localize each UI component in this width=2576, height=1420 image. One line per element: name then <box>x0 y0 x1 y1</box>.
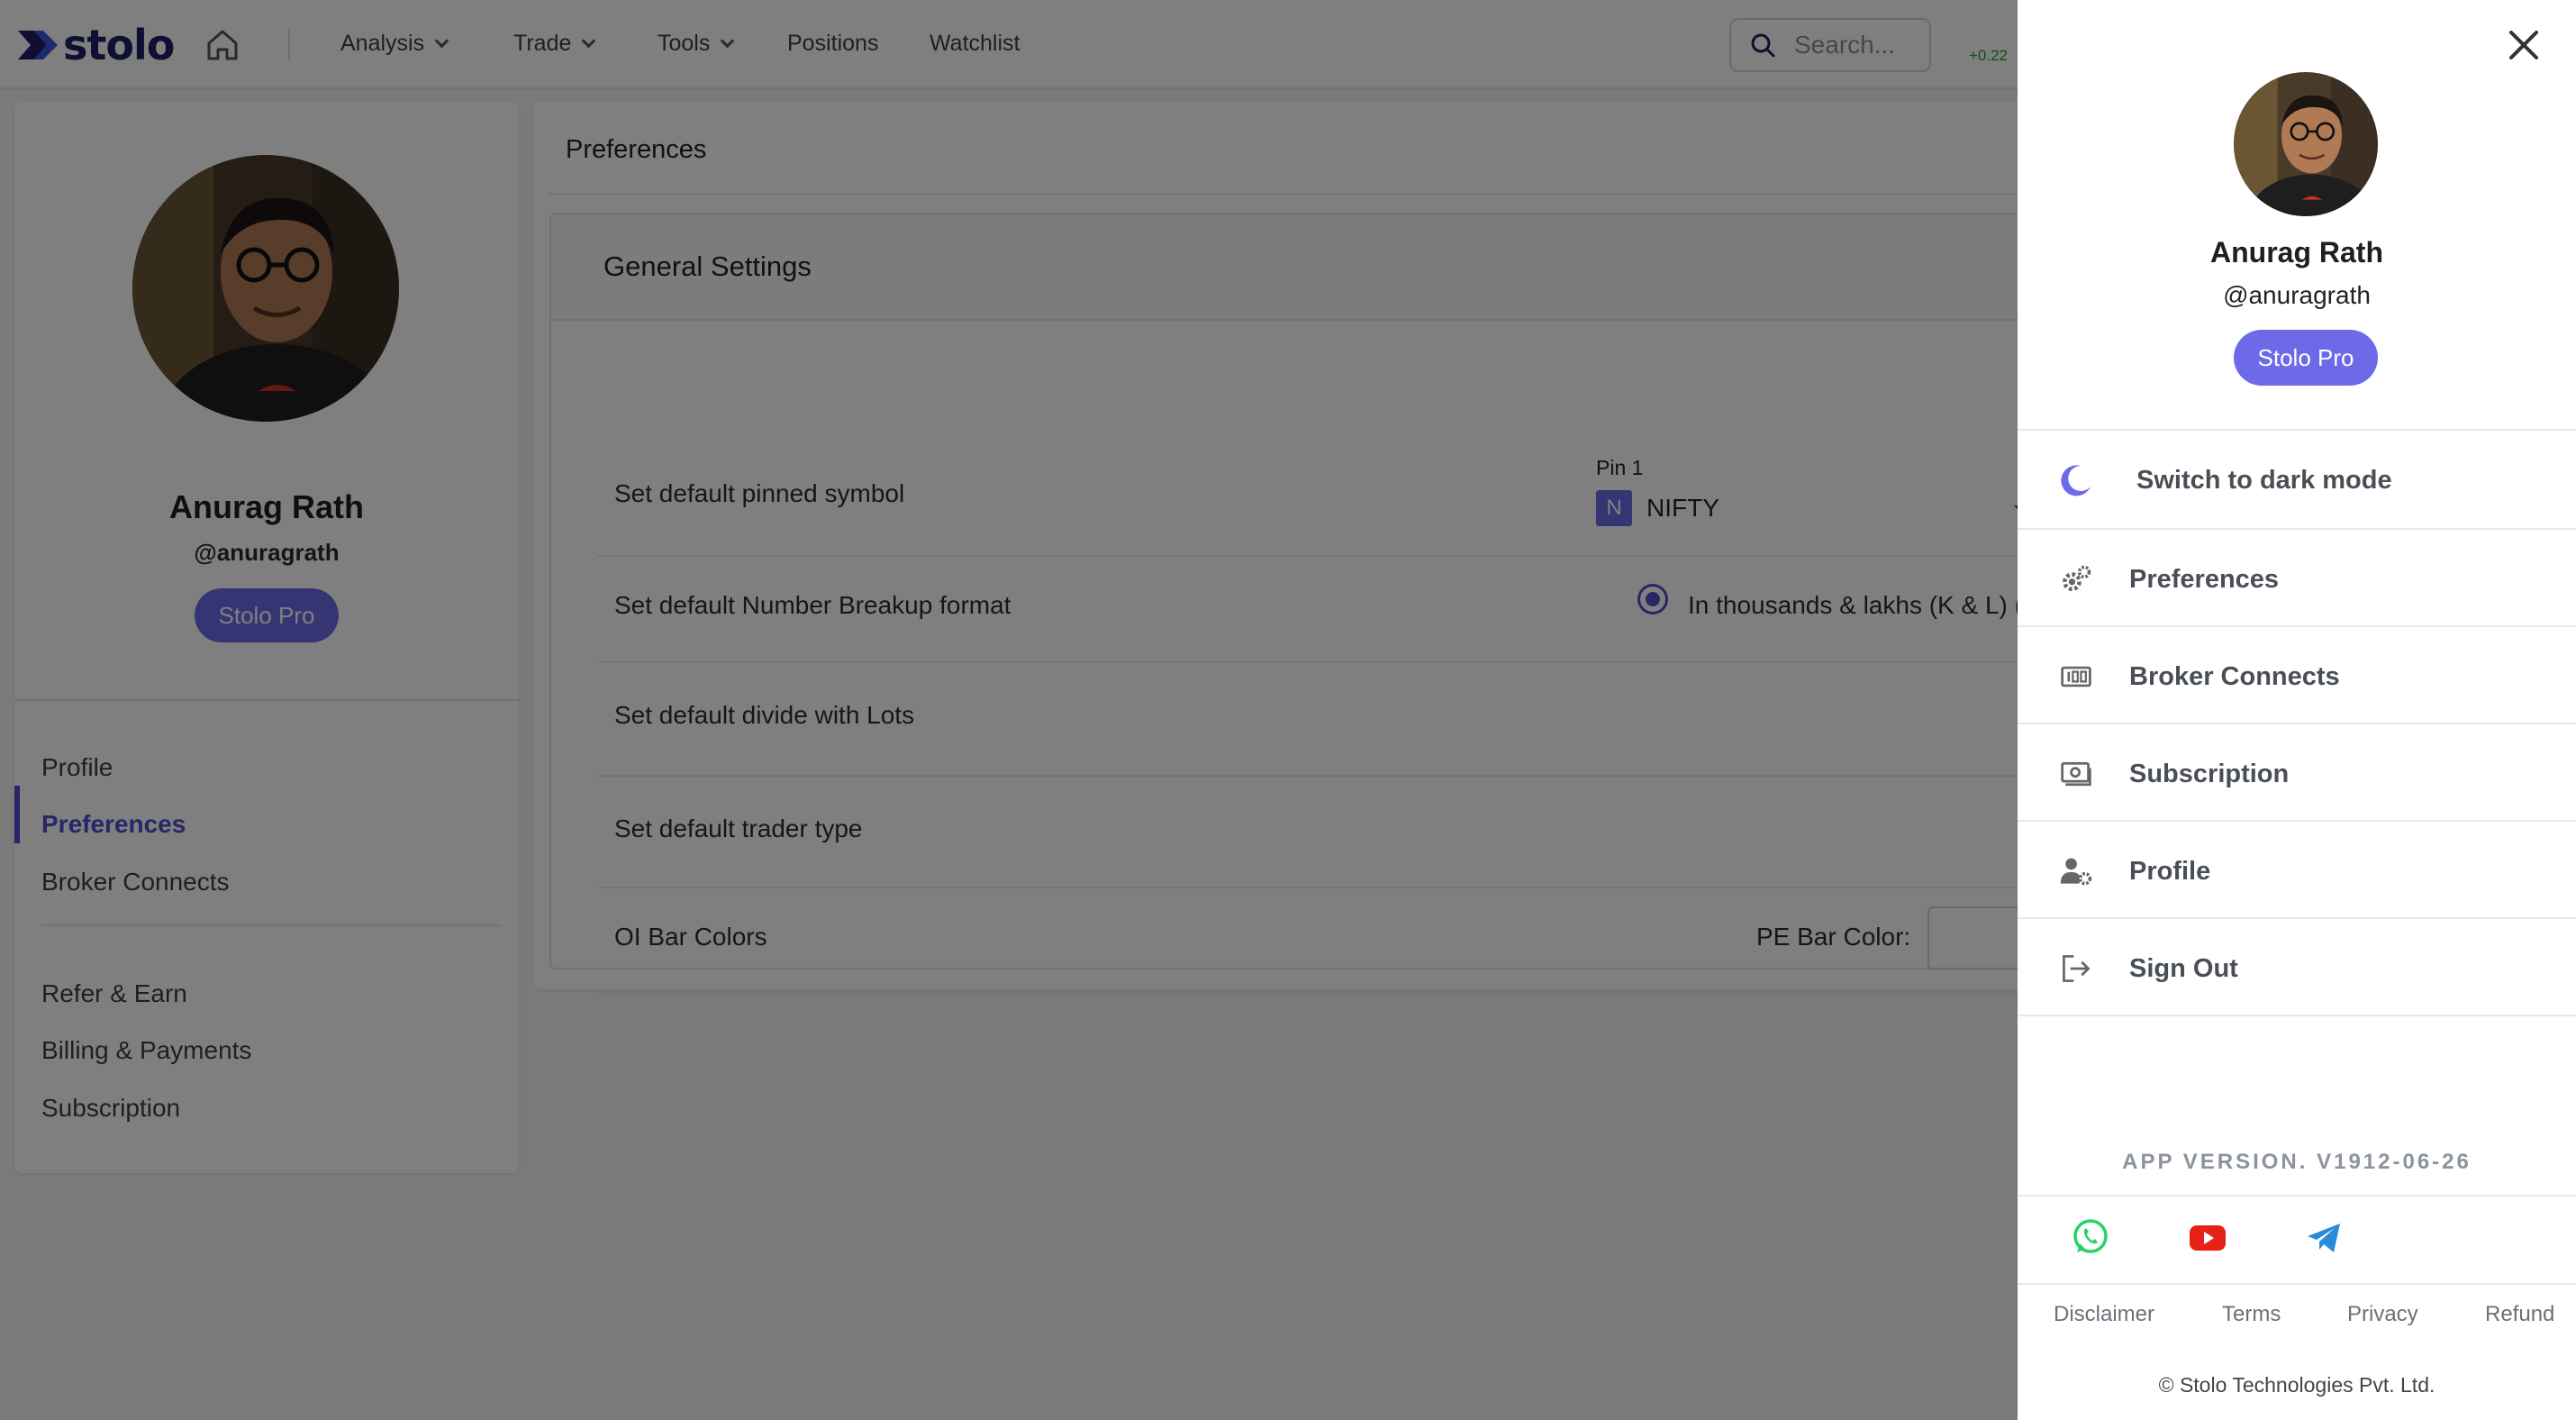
drawer-item-profile[interactable]: Profile <box>2018 824 2576 919</box>
footer-link-privacy[interactable]: Privacy <box>2347 1302 2418 1327</box>
copyright: © Stolo Technologies Pvt. Ltd. <box>2158 1373 2435 1397</box>
drawer-item-sign-out[interactable]: Sign Out <box>2018 921 2576 1016</box>
telegram-icon[interactable] <box>2304 1216 2345 1258</box>
divider <box>2018 429 2576 431</box>
divider <box>2018 723 2576 724</box>
footer-link-disclaimer[interactable]: Disclaimer <box>2054 1302 2154 1327</box>
user-cog-icon <box>2057 852 2095 890</box>
divider <box>2018 917 2576 919</box>
profile-drawer: Anurag Rath @anuragrath Stolo Pro Switch… <box>2018 0 2576 1420</box>
broker-icon <box>2057 658 2095 696</box>
divider <box>2018 1283 2576 1285</box>
subscription-icon <box>2057 755 2095 793</box>
menu-label: Profile <box>2129 856 2211 886</box>
divider <box>2018 528 2576 530</box>
app-version: APP VERSION. V1912-06-26 <box>2122 1150 2472 1174</box>
divider <box>2018 625 2576 627</box>
avatar-image <box>2234 72 2378 216</box>
drawer-handle: @anuragrath <box>2223 281 2371 309</box>
divider <box>2018 1015 2576 1016</box>
gears-icon <box>2057 560 2095 598</box>
plan-badge: Stolo Pro <box>2234 330 2378 386</box>
footer-link-terms[interactable]: Terms <box>2222 1302 2281 1327</box>
divider <box>2018 1195 2576 1197</box>
youtube-icon[interactable] <box>2187 1216 2228 1258</box>
menu-label: Subscription <box>2129 759 2290 788</box>
whatsapp-icon[interactable] <box>2070 1216 2111 1258</box>
dark-mode-toggle[interactable]: Switch to dark mode <box>2018 432 2576 528</box>
menu-label: Sign Out <box>2129 953 2238 983</box>
drawer-item-broker-connects[interactable]: Broker Connects <box>2018 629 2576 724</box>
drawer-name: Anurag Rath <box>2210 236 2383 269</box>
drawer-item-preferences[interactable]: Preferences <box>2018 532 2576 627</box>
sign-out-icon <box>2057 950 2095 988</box>
menu-label: Broker Connects <box>2129 661 2340 691</box>
divider <box>2018 820 2576 822</box>
moon-icon <box>2057 461 2095 499</box>
footer-link-refund[interactable]: Refund <box>2485 1302 2554 1327</box>
avatar <box>2234 72 2378 216</box>
dark-mode-label: Switch to dark mode <box>2136 465 2392 495</box>
social-links <box>2018 1216 2576 1265</box>
close-icon[interactable] <box>2504 25 2544 65</box>
drawer-item-subscription[interactable]: Subscription <box>2018 726 2576 822</box>
menu-label: Preferences <box>2129 564 2280 594</box>
